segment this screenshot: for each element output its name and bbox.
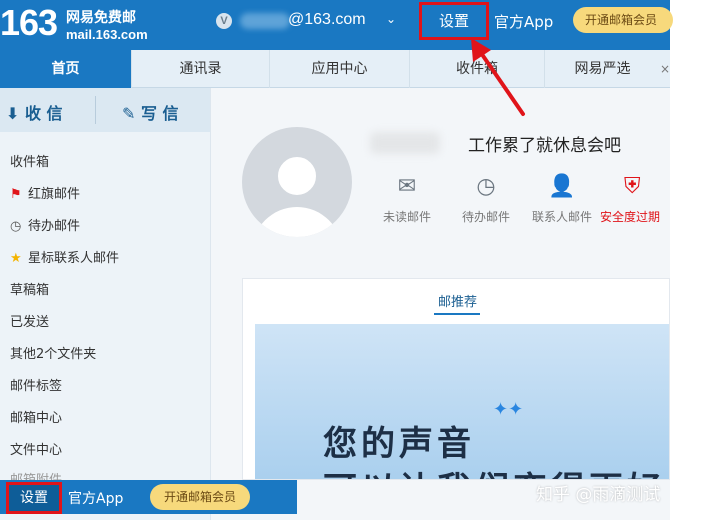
folder-todo[interactable]: ◷ 待办邮件 (10, 215, 80, 234)
user-name-redacted (370, 132, 440, 154)
tab-home[interactable]: 首页 (0, 50, 132, 88)
tab-contacts[interactable]: 通讯录 (132, 50, 270, 88)
pencil-icon: ✎ (122, 104, 136, 123)
folder-flagged[interactable]: ⚑ 红旗邮件 (10, 183, 80, 202)
stat-security[interactable]: ⛨ 安全度过期 (596, 172, 670, 225)
stat-contacts[interactable]: 👤 联系人邮件 (522, 172, 602, 225)
account-address[interactable]: @163.com (288, 11, 366, 29)
folder-inbox[interactable]: 收件箱 (10, 151, 49, 170)
logo-domain[interactable]: mail.163.com (66, 27, 148, 42)
receive-label: 收 信 (24, 104, 63, 123)
banner-headline: 您的声音 (323, 424, 475, 464)
folder-sidebar: ⬇ 收 信 ✎ 写 信 收件箱 ⚑ 红旗邮件 ◷ 待办邮件 ★ 星标联系人邮件 草稿箱… (0, 88, 210, 520)
logo-text[interactable]: 网易免费邮 (66, 7, 136, 27)
sparkle-icon: ✦✦ (493, 399, 524, 420)
recommend-card: 邮推荐 ✦✦ 您的声音 可以让我们变得更好 (242, 278, 670, 480)
banner-subline: 可以让我们变得更好 (323, 462, 665, 479)
official-app-link[interactable]: 官方App (494, 11, 553, 32)
mail-home-screen: 163 网易免费邮 mail.163.com V @163.com ⌄ 设置 官… (0, 0, 720, 520)
tab-recommend[interactable]: 邮推荐 (438, 291, 477, 310)
folder-label: 草稿箱 (10, 283, 50, 298)
tab-app-center[interactable]: 应用中心 (270, 50, 410, 88)
watermark: 知乎 @雨滴测试 (536, 485, 661, 505)
file-center[interactable]: 文件中心 (10, 439, 62, 458)
stat-unread[interactable]: ✉ 未读邮件 (367, 172, 447, 225)
folder-sent[interactable]: 已发送 (10, 311, 49, 330)
folder-label: 红旗邮件 (28, 187, 81, 202)
folder-tags[interactable]: 邮件标签 (10, 375, 62, 394)
stat-label: 未读邮件 (382, 210, 431, 224)
receive-button[interactable]: ⬇ 收 信 (6, 100, 63, 124)
main-nav: 首页 通讯录 应用中心 收件箱 网易严选 × (0, 50, 670, 88)
compose-bar: ⬇ 收 信 ✎ 写 信 (0, 88, 210, 132)
folder-label: 邮件标签 (10, 379, 63, 394)
stat-label: 安全度过期 (600, 210, 661, 224)
greeting-text: 工作累了就休息会吧 (468, 136, 621, 156)
mailbox-center[interactable]: 邮箱中心 (10, 407, 62, 426)
account-name-redacted (240, 13, 290, 29)
contact-star-icon: 👤 (548, 174, 576, 199)
tab-yanxuan[interactable]: 网易严选 (545, 50, 660, 88)
stat-todo[interactable]: ◷ 待办邮件 (446, 172, 526, 225)
folder-label: 待办邮件 (28, 219, 81, 234)
feedback-banner[interactable]: ✦✦ 您的声音 可以让我们变得更好 (255, 324, 669, 479)
download-icon: ⬇ (6, 104, 20, 123)
shield-icon: ⛨ (624, 174, 641, 199)
folder-label: 其他2个文件夹 (10, 347, 97, 362)
folder-others[interactable]: 其他2个文件夹 (10, 343, 96, 362)
official-app-link-bottom[interactable]: 官方App (68, 488, 123, 508)
divider (95, 96, 96, 124)
top-header: 163 网易免费邮 mail.163.com V @163.com ⌄ 设置 官… (0, 0, 673, 50)
compose-button[interactable]: ✎ 写 信 (122, 100, 179, 124)
bottom-toolbar: 设置 官方App 开通邮箱会员 (0, 480, 297, 514)
folder-starred-contacts[interactable]: ★ 星标联系人邮件 (10, 247, 119, 266)
clock-icon: ◷ (476, 174, 496, 199)
envelope-icon: ✉ (397, 174, 417, 199)
folder-label: 星标联系人邮件 (28, 251, 120, 266)
folder-label: 已发送 (10, 315, 50, 330)
stat-label: 待办邮件 (461, 210, 510, 224)
vip-upgrade-button-bottom[interactable]: 开通邮箱会员 (150, 484, 250, 510)
settings-link[interactable]: 设置 (419, 2, 489, 40)
star-icon: ★ (10, 251, 22, 266)
folder-label: 文件中心 (10, 443, 63, 458)
vip-level-icon[interactable]: V (216, 13, 232, 29)
folder-drafts[interactable]: 草稿箱 (10, 279, 49, 298)
tab-underline (434, 313, 480, 315)
flag-icon: ⚑ (10, 187, 22, 202)
user-avatar[interactable] (242, 127, 352, 237)
vip-upgrade-button[interactable]: 开通邮箱会员 (573, 7, 673, 33)
settings-link-bottom[interactable]: 设置 (6, 482, 62, 514)
folder-label: 收件箱 (10, 155, 50, 170)
clock-icon: ◷ (10, 219, 22, 234)
stat-label: 联系人邮件 (531, 210, 592, 224)
compose-label: 写 信 (140, 104, 179, 123)
annotation-arrow-icon (471, 38, 525, 116)
folder-label: 邮箱中心 (10, 411, 63, 426)
logo-number[interactable]: 163 (0, 2, 58, 44)
chevron-down-icon[interactable]: ⌄ (386, 12, 396, 26)
close-tab-icon[interactable]: × (660, 50, 670, 88)
